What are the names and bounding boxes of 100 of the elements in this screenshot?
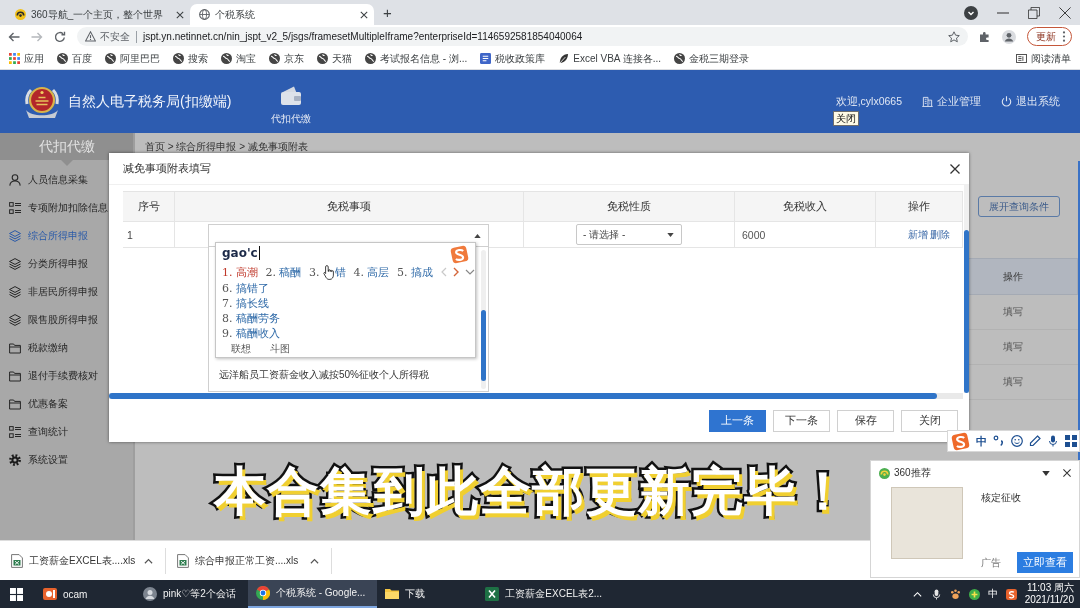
dialog-button[interactable]: 关闭 [901,409,958,432]
bookmark-item[interactable]: 淘宝 [221,51,256,66]
sidebar-item[interactable]: 系统设置 [0,446,133,474]
bookmark-item[interactable]: Excel VBA 连接各... [558,51,662,66]
browser-tab[interactable]: 360导航_一个主页，整个世界 [6,4,190,25]
mic-icon[interactable] [1047,435,1059,447]
bookmark-star-icon[interactable] [948,30,960,43]
profile-icon[interactable] [1002,29,1016,44]
sidebar-item[interactable]: 非居民所得申报 [0,278,133,306]
row-action-link[interactable]: 新增 [908,227,928,242]
smiley-icon[interactable] [1011,435,1023,447]
taskbar-app[interactable]: 下载 [377,580,478,608]
taskbar-app[interactable]: 工资薪金EXCEL表2... [477,580,615,608]
minimize-icon[interactable] [997,11,1009,14]
vertical-scrollbar[interactable] [964,185,969,393]
bookmark-item[interactable]: 百度 [57,51,92,66]
ime-tab[interactable]: 联想 [231,342,251,356]
security-indicator[interactable]: 不安全 [85,29,130,44]
candidate-item[interactable]: 9. 稿酬收入 [222,326,280,341]
reading-list-button[interactable]: 阅读清单 [1016,51,1071,66]
candidate-item[interactable]: 5. 搞成 [397,264,433,280]
input-mode-indicator[interactable]: 中 [987,587,998,601]
fill-link[interactable]: 填写 [1003,375,1023,389]
mic-icon[interactable] [930,588,942,600]
caret-up-icon[interactable] [144,557,153,564]
plus-circle-icon[interactable] [968,588,980,600]
input-mode-toggle[interactable]: 中 [976,433,987,449]
module-tab[interactable]: 代扣代缴 [271,85,312,126]
sidebar-item[interactable]: 分类所得申报 [0,250,133,278]
close-icon[interactable] [360,10,368,19]
grid-icon[interactable] [1065,435,1077,447]
windows-logo-icon[interactable] [10,587,23,601]
bookmark-item[interactable]: 搜索 [173,51,208,66]
dialog-button[interactable]: 上一条 [709,409,766,432]
candidate-item[interactable]: 6. 搞错了 [222,281,269,296]
horizontal-scrollbar[interactable] [109,393,963,399]
paw-icon[interactable] [949,588,961,600]
taskbar-app[interactable]: ocam [35,580,135,608]
input-method-logo-icon[interactable] [951,431,970,451]
settings-icon [9,454,21,466]
menu-icon[interactable] [1062,31,1066,42]
dialog-button[interactable]: 下一条 [773,409,830,432]
chevron-right-icon[interactable] [452,267,459,277]
restore-icon[interactable] [1028,6,1040,19]
update-button[interactable]: 更新 [1027,27,1072,46]
candidate-item[interactable]: 3. 错 [309,264,346,280]
candidate-item[interactable]: 1. 高潮 [222,264,258,280]
close-icon[interactable] [1059,6,1071,19]
bookmark-item[interactable]: 金税三期登录 [674,51,750,66]
table-cell: 6000 [735,222,876,248]
reload-icon[interactable] [54,30,66,43]
fill-link[interactable]: 填写 [1003,305,1023,319]
dialog-button[interactable]: 保存 [837,409,894,432]
ime-tab[interactable]: 斗图 [270,342,290,356]
select-field[interactable]: - 请选择 - [576,224,682,245]
puzzle-icon[interactable] [979,30,991,43]
row-action-link[interactable]: 删除 [930,227,950,242]
input-method-logo-icon[interactable] [1005,588,1017,600]
address-field[interactable]: 不安全 jspt.yn.netinnet.cn/nin_jspt_v2_5/jsgs/framesetMultipleIframe?enterpriseId=1146592581854040064 [77,27,968,46]
dropdown-option[interactable]: 远洋船员工资薪金收入减按50%征收个人所得税 [219,365,429,385]
close-icon[interactable] [1063,469,1071,477]
candidate-item[interactable]: 4. 高层 [353,264,389,280]
caret-down-icon[interactable] [1042,470,1050,476]
candidate-item[interactable]: 2. 稿酬 [265,264,301,280]
view-now-button[interactable]: 立即查看 [1017,552,1073,573]
punctuation-icon[interactable] [993,435,1005,447]
tab-search-icon[interactable] [964,5,978,20]
sidebar-item[interactable]: 查询统计 [0,418,133,446]
sidebar-item[interactable]: 限售股所得申报 [0,306,133,334]
bookmark-item[interactable]: 税收政策库 [480,51,546,66]
bookmark-item[interactable]: 京东 [269,51,304,66]
sidebar-item[interactable]: 税款缴纳 [0,334,133,362]
promo-headline[interactable]: 核定征收 [981,491,1021,505]
caret-up-icon[interactable] [310,557,319,564]
header-link[interactable]: 退出系统 [1001,94,1060,109]
taskbar-app[interactable]: 个税系统 - Google... [247,580,378,608]
candidate-item[interactable]: 7. 搞长线 [222,296,269,311]
column-header: 序号 [123,192,175,222]
browser-tab[interactable]: 个税系统 [190,4,374,25]
bookmark-item[interactable]: 考试报名信息 - 浏... [365,51,468,66]
back-icon[interactable] [8,30,20,43]
list-scrollbar[interactable] [481,250,486,389]
pen-icon[interactable] [1029,435,1041,447]
close-icon[interactable] [950,163,960,174]
fill-link[interactable]: 填写 [1003,340,1023,354]
bookmark-item[interactable]: 应用 [9,51,44,66]
bookmark-item[interactable]: 天猫 [317,51,352,66]
download-item[interactable]: 综合申报正常工资....xls [177,553,299,568]
chevron-down-icon[interactable] [464,269,475,275]
header-link[interactable]: 企业管理 [922,94,981,109]
download-item[interactable]: 工资薪金EXCEL表....xls [11,553,136,568]
candidate-item[interactable]: 8. 稿酬劳务 [222,311,280,326]
expand-filter-button[interactable]: 展开查询条件 [978,196,1060,217]
bookmark-item[interactable]: 阿里巴巴 [105,51,160,66]
new-tab-button[interactable]: + [383,5,392,20]
taskbar-app[interactable]: pink♡等2个会话 [135,580,248,608]
sidebar-item[interactable]: 优惠备案 [0,390,133,418]
close-icon[interactable] [176,10,184,19]
sidebar-item[interactable]: 退付手续费核对 [0,362,133,390]
clock[interactable]: 11:03 周六 2021/11/20 [1024,582,1074,606]
